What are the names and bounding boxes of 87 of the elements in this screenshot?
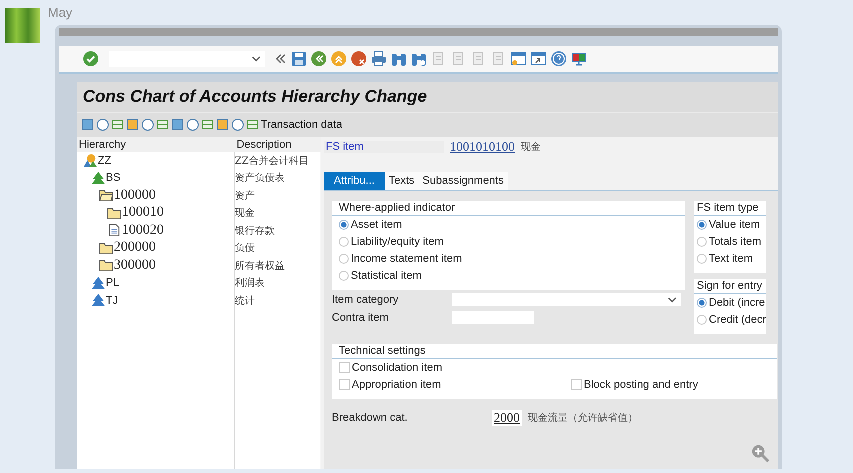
tree-node[interactable]: TJ [106,294,118,307]
option-label: Block posting and entry [584,378,698,390]
option-label: Debit (incre [709,296,766,308]
column-header: Hierarchy [78,138,128,150]
command-field[interactable] [109,51,265,67]
option-label: Liability/equity item [351,236,444,248]
back-icon[interactable] [311,51,327,67]
description-text: 统计 [235,294,255,308]
tab[interactable]: Attribu... [324,172,385,190]
group-title: Where-applied indicator [332,201,685,216]
tree-node[interactable]: PL [106,277,120,290]
people-icon [83,154,98,168]
radio-button[interactable] [697,236,707,246]
field-label: FS item [324,141,444,153]
transaction-data-button[interactable]: Transaction data [261,119,343,131]
contra-item-field[interactable] [452,311,534,324]
option-label: Text item [709,252,754,264]
description-text: 银行存款 [235,224,275,238]
tree-node[interactable]: ZZ [98,154,112,167]
option-label: Statistical item [351,270,422,282]
option-label: Income statement item [351,252,462,264]
description-text: 利润表 [235,276,265,290]
zoom-in-icon[interactable] [751,444,770,463]
document-icon [107,224,122,238]
save-icon[interactable] [291,51,307,67]
field-label: Breakdown cat. [332,412,409,424]
group-title: FS item type [694,201,766,216]
option-label: Asset item [351,218,402,230]
description-text: 资产负债表 [235,172,285,186]
column-header: Description [236,138,293,150]
radio-button[interactable] [339,236,349,246]
radio-button[interactable] [339,270,349,280]
group-title: Sign for entry [694,279,766,294]
find-next-icon[interactable] [411,51,427,67]
radio-button[interactable] [697,220,707,230]
folder-icon [107,206,122,220]
option-label: Appropriation item [352,378,442,390]
fs-item-description: 现金 [521,141,541,154]
description-text: 现金 [235,207,255,220]
radio-button[interactable] [697,298,707,308]
new-window-icon[interactable] [511,51,527,67]
description-text: 所有者权益 [235,260,285,273]
radio-button[interactable] [697,314,707,324]
cancel-icon[interactable] [351,51,367,67]
checkbox[interactable] [339,379,350,390]
radio-button[interactable] [339,220,349,230]
avatar-photo-placeholder [5,8,40,43]
description-text: ZZ合并会计科目 [235,154,309,168]
caret-icon[interactable] [668,296,677,302]
tab[interactable]: Subassignments [418,172,508,190]
tree-node[interactable]: 300000 [114,258,156,274]
collapse-arrows-icon[interactable] [275,53,287,65]
field-label: Contra item [332,312,390,324]
field-label: Item category [332,294,400,306]
tree-node[interactable]: 200000 [114,240,156,256]
description-text: 负债 [235,242,255,256]
tab[interactable]: Texts [384,172,419,190]
radio-button[interactable] [339,254,349,264]
tree-node[interactable]: 100020 [122,222,164,239]
group-title: Technical settings [332,344,777,359]
option-label: Credit (decr [709,314,766,326]
breakdown-value-field[interactable]: 2000 [492,410,522,426]
folder-icon [99,242,114,255]
monitor-icon[interactable] [571,51,587,67]
shortcut-window-icon[interactable] [531,51,547,67]
sender-name: May [48,5,74,22]
tree-node[interactable]: 100010 [122,205,164,222]
print-icon[interactable] [371,51,387,67]
option-label: Value item [709,218,760,230]
confirm-icon[interactable] [83,51,99,67]
tree-node[interactable]: BS [106,172,121,184]
option-label: Consolidation item [352,362,442,374]
fs-item-value: 1001010100 [450,139,515,155]
breakdown-description: 现金流量（允许缺省值） [528,412,638,425]
find-icon[interactable] [391,51,407,67]
tree-node[interactable]: 100000 [114,188,156,204]
caret-icon[interactable] [252,56,261,62]
description-text: 资产 [235,190,255,203]
window-title: Cons Chart of Accounts Hierarchy Change [83,87,428,107]
folder-icon [99,259,114,272]
option-label: Totals item [709,236,762,248]
help-icon[interactable] [551,51,567,67]
radio-button[interactable] [697,254,707,264]
exit-icon[interactable] [331,51,347,67]
checkbox[interactable] [339,362,350,373]
checkbox[interactable] [571,379,582,390]
open-folder-icon [99,189,114,202]
